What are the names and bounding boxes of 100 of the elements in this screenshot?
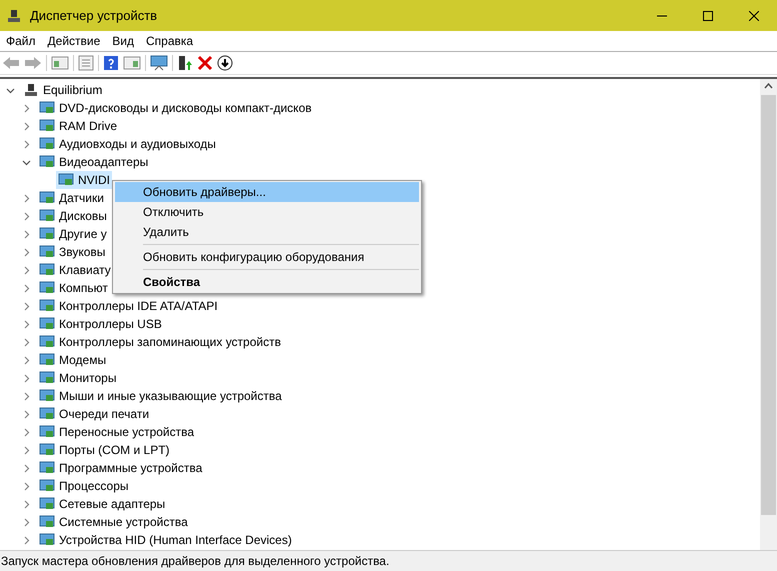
expand-icon[interactable]	[22, 464, 31, 472]
expand-icon[interactable]	[22, 446, 31, 454]
expand-icon[interactable]	[22, 248, 31, 256]
close-icon	[749, 10, 759, 20]
expand-icon[interactable]	[22, 122, 31, 130]
panel-icon[interactable]	[51, 55, 69, 71]
tree-item[interactable]: DVD-дисководы и дисководы компакт-дисков	[37, 99, 314, 117]
device-icon	[39, 461, 55, 475]
device-icon	[39, 227, 55, 241]
expand-icon[interactable]	[22, 518, 31, 526]
tree-item[interactable]: Контроллеры USB	[37, 315, 164, 333]
device-icon	[39, 497, 55, 511]
tree-item[interactable]: Видеоадаптеры	[37, 153, 150, 171]
tree-item[interactable]: Переносные устройства	[37, 423, 196, 441]
tree-item[interactable]: Модемы	[37, 351, 108, 369]
menu-item[interactable]: Вид	[106, 32, 140, 50]
expand-icon[interactable]	[22, 356, 31, 364]
expand-icon[interactable]	[22, 104, 31, 112]
collapse-icon[interactable]	[6, 86, 15, 94]
expand-icon[interactable]	[22, 140, 31, 148]
expand-icon[interactable]	[22, 500, 31, 508]
forward-arrow-icon[interactable]	[24, 56, 42, 70]
window-title: Диспетчер устройств	[30, 6, 158, 25]
update-driver-icon[interactable]	[177, 55, 193, 71]
tree-item[interactable]: Другие у	[37, 225, 109, 243]
tree-item[interactable]: Порты (COM и LPT)	[37, 441, 172, 459]
expand-icon[interactable]	[22, 410, 31, 418]
device-icon	[39, 389, 55, 403]
scroll-thumb[interactable]	[761, 95, 776, 515]
menu-item[interactable]: Справка	[140, 32, 200, 50]
menu-option[interactable]: Обновить драйверы...	[115, 182, 419, 202]
expand-icon[interactable]	[22, 428, 31, 436]
expand-icon[interactable]	[22, 320, 31, 328]
expand-icon[interactable]	[22, 212, 31, 220]
menu-item[interactable]: Действие	[42, 32, 106, 50]
device-icon	[39, 371, 55, 385]
menu-option[interactable]: Удалить	[115, 222, 419, 242]
device-icon	[39, 191, 55, 205]
expand-icon[interactable]	[22, 230, 31, 238]
device-icon	[39, 155, 55, 169]
menu-option[interactable]: Свойства	[115, 272, 419, 292]
computer-icon	[23, 82, 39, 98]
tree-item[interactable]: Звуковы	[37, 243, 108, 261]
tree-item[interactable]: RAM Drive	[37, 117, 120, 135]
collapse-icon[interactable]	[22, 158, 31, 166]
tree-item[interactable]: Устройства HID (Human Interface Devices)	[37, 531, 294, 549]
maximize-icon	[703, 10, 713, 20]
tree-item[interactable]: NVIDI	[56, 171, 112, 189]
device-icon	[39, 281, 55, 295]
tree-item[interactable]: Мониторы	[37, 369, 118, 387]
tree-item[interactable]: Процессоры	[37, 477, 130, 495]
help-icon[interactable]	[103, 55, 119, 71]
tree-item[interactable]: Дисковы	[37, 207, 109, 225]
list-icon[interactable]	[78, 55, 94, 71]
tree-item[interactable]: Equilibrium	[21, 81, 104, 99]
device-icon	[39, 245, 55, 259]
tree-item[interactable]: Контроллеры IDE ATA/ATAPI	[37, 297, 220, 315]
device-icon	[39, 263, 55, 277]
device-icon	[58, 173, 74, 187]
expand-icon[interactable]	[22, 302, 31, 310]
tree-item[interactable]: Контроллеры запоминающих устройств	[37, 333, 283, 351]
device-icon	[39, 407, 55, 421]
tree-item[interactable]: Системные устройства	[37, 513, 190, 531]
device-icon	[39, 335, 55, 349]
menu-item[interactable]: Файл	[0, 32, 42, 50]
tree-item[interactable]: Аудиовходы и аудиовыходы	[37, 135, 218, 153]
expand-icon[interactable]	[22, 338, 31, 346]
computer-icon	[6, 8, 22, 24]
tree-item[interactable]: Программные устройства	[37, 459, 204, 477]
expand-icon[interactable]	[22, 536, 31, 544]
expand-icon[interactable]	[22, 374, 31, 382]
menu-option[interactable]: Отключить	[115, 202, 419, 222]
device-icon	[39, 533, 55, 547]
monitor-icon[interactable]	[150, 55, 168, 71]
tree-item[interactable]: Датчики	[37, 189, 106, 207]
device-icon	[39, 353, 55, 367]
menu-option[interactable]: Обновить конфигурацию оборудования	[115, 247, 419, 267]
tree-item[interactable]: Клавиату	[37, 261, 113, 279]
device-icon	[39, 425, 55, 439]
device-icon	[39, 317, 55, 331]
tree-item[interactable]: Очереди печати	[37, 405, 152, 423]
panel-icon[interactable]	[123, 55, 141, 71]
back-arrow-icon[interactable]	[2, 56, 20, 70]
expand-icon[interactable]	[22, 482, 31, 490]
tree-item[interactable]: Компьют	[37, 279, 110, 297]
device-icon	[39, 101, 55, 115]
expand-icon[interactable]	[22, 392, 31, 400]
device-icon	[39, 479, 55, 493]
device-icon	[39, 119, 55, 133]
status-text: Запуск мастера обновления драйверов для выделенного устройства.	[1, 553, 390, 570]
download-icon[interactable]	[217, 55, 233, 71]
tree-item[interactable]: Мыши и иные указывающие устройства	[37, 387, 284, 405]
delete-icon[interactable]	[197, 55, 213, 71]
expand-icon[interactable]	[22, 266, 31, 274]
device-icon	[39, 137, 55, 151]
tree-item[interactable]: Сетевые адаптеры	[37, 495, 168, 513]
expand-icon[interactable]	[22, 194, 31, 202]
scrollbar[interactable]	[760, 79, 777, 550]
device-icon	[39, 299, 55, 313]
expand-icon[interactable]	[22, 284, 31, 292]
